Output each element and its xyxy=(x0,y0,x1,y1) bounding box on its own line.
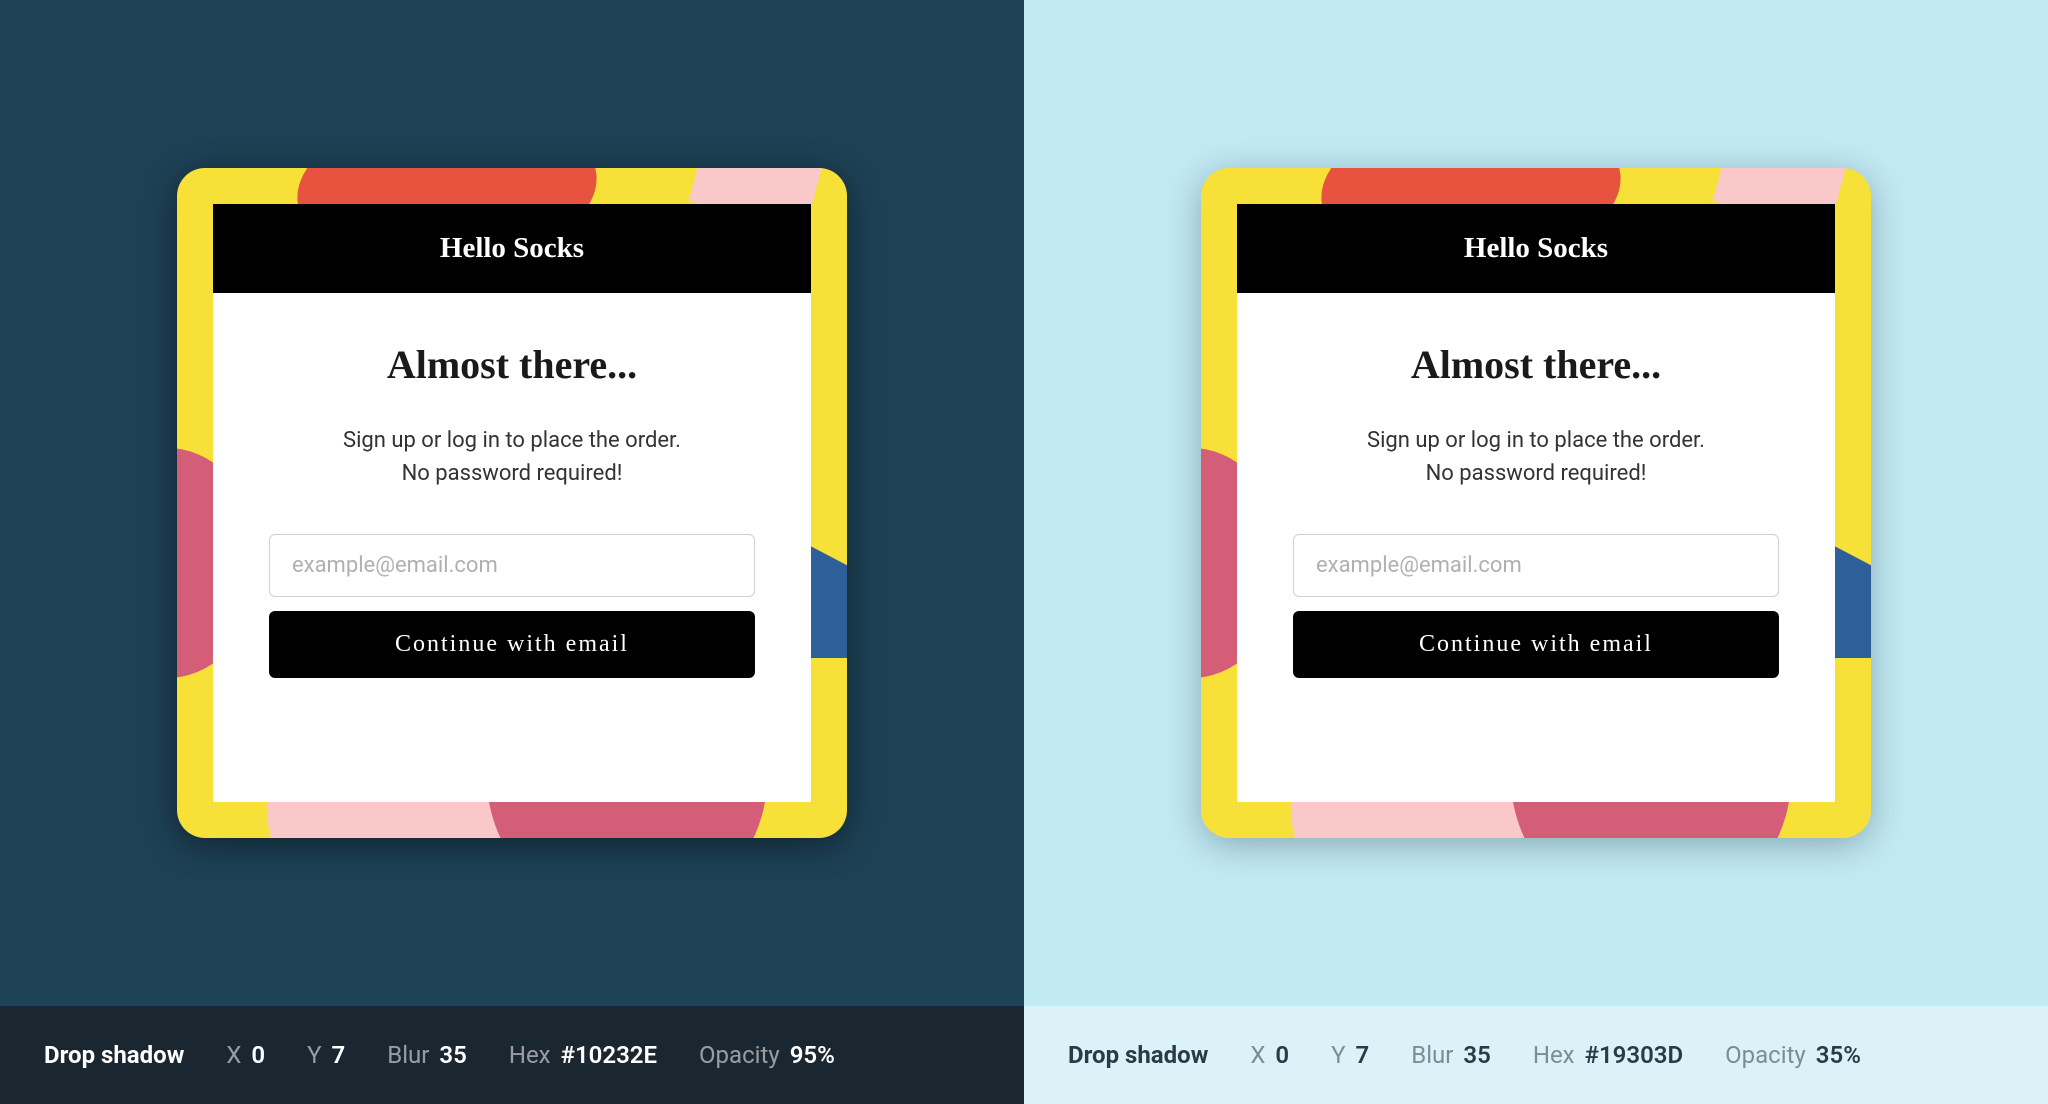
y-label: Y xyxy=(1331,1041,1345,1069)
panel-light: Hello Socks Almost there... Sign up or l… xyxy=(1024,0,2048,1006)
email-field[interactable] xyxy=(1293,534,1779,597)
card-header: Hello Socks xyxy=(1237,204,1835,293)
card-subtitle: Sign up or log in to place the order. No… xyxy=(269,424,755,490)
y-offset: Y 7 xyxy=(1331,1041,1369,1069)
continue-button[interactable]: Continue with email xyxy=(1293,611,1779,678)
x-label: X xyxy=(1250,1041,1265,1069)
footer-panel-light: Drop shadow X 0 Y 7 Blur 35 Hex #19303D … xyxy=(1024,1006,2048,1104)
card-inner: Hello Socks Almost there... Sign up or l… xyxy=(213,204,811,802)
x-label: X xyxy=(226,1041,241,1069)
footer-panel-dark: Drop shadow X 0 Y 7 Blur 35 Hex #10232E … xyxy=(0,1006,1024,1104)
y-label: Y xyxy=(307,1041,321,1069)
opacity-label: Opacity xyxy=(699,1041,780,1069)
blur-label: Blur xyxy=(1411,1041,1453,1069)
y-value: 7 xyxy=(1356,1041,1370,1069)
card-header: Hello Socks xyxy=(213,204,811,293)
blur-value: 35 xyxy=(1463,1041,1490,1069)
blur-label: Blur xyxy=(387,1041,429,1069)
x-value: 0 xyxy=(251,1041,265,1069)
blur: Blur 35 xyxy=(1411,1041,1491,1069)
opacity-value: 35% xyxy=(1816,1041,1861,1069)
subtitle-line1: Sign up or log in to place the order. xyxy=(343,428,681,453)
subtitle-line2: No password required! xyxy=(402,461,623,486)
drop-shadow-label: Drop shadow xyxy=(1068,1041,1208,1069)
card-body: Almost there... Sign up or log in to pla… xyxy=(1237,293,1835,802)
subtitle-line1: Sign up or log in to place the order. xyxy=(1367,428,1705,453)
drop-shadow-label: Drop shadow xyxy=(44,1041,184,1069)
x-value: 0 xyxy=(1275,1041,1289,1069)
card-subtitle: Sign up or log in to place the order. No… xyxy=(1293,424,1779,490)
hex-value: #10232E xyxy=(561,1041,657,1069)
login-card-dark: Hello Socks Almost there... Sign up or l… xyxy=(177,168,847,838)
opacity: Opacity 35% xyxy=(1725,1041,1861,1069)
y-value: 7 xyxy=(332,1041,346,1069)
card-body: Almost there... Sign up or log in to pla… xyxy=(213,293,811,802)
opacity-label: Opacity xyxy=(1725,1041,1806,1069)
continue-button[interactable]: Continue with email xyxy=(269,611,755,678)
blur-value: 35 xyxy=(439,1041,466,1069)
opacity-value: 95% xyxy=(790,1041,835,1069)
opacity: Opacity 95% xyxy=(699,1041,835,1069)
hex-color: Hex #10232E xyxy=(509,1041,657,1069)
blur: Blur 35 xyxy=(387,1041,467,1069)
subtitle-line2: No password required! xyxy=(1426,461,1647,486)
x-offset: X 0 xyxy=(226,1041,265,1069)
main-content: Hello Socks Almost there... Sign up or l… xyxy=(0,0,2048,1006)
x-offset: X 0 xyxy=(1250,1041,1289,1069)
footer: Drop shadow X 0 Y 7 Blur 35 Hex #10232E … xyxy=(0,1006,2048,1104)
email-field[interactable] xyxy=(269,534,755,597)
card-inner: Hello Socks Almost there... Sign up or l… xyxy=(1237,204,1835,802)
panel-dark: Hello Socks Almost there... Sign up or l… xyxy=(0,0,1024,1006)
card-title: Almost there... xyxy=(1293,341,1779,388)
login-card-light: Hello Socks Almost there... Sign up or l… xyxy=(1201,168,1871,838)
hex-value: #19303D xyxy=(1585,1041,1684,1069)
y-offset: Y 7 xyxy=(307,1041,345,1069)
card-title: Almost there... xyxy=(269,341,755,388)
hex-color: Hex #19303D xyxy=(1533,1041,1683,1069)
hex-label: Hex xyxy=(509,1041,551,1069)
hex-label: Hex xyxy=(1533,1041,1575,1069)
